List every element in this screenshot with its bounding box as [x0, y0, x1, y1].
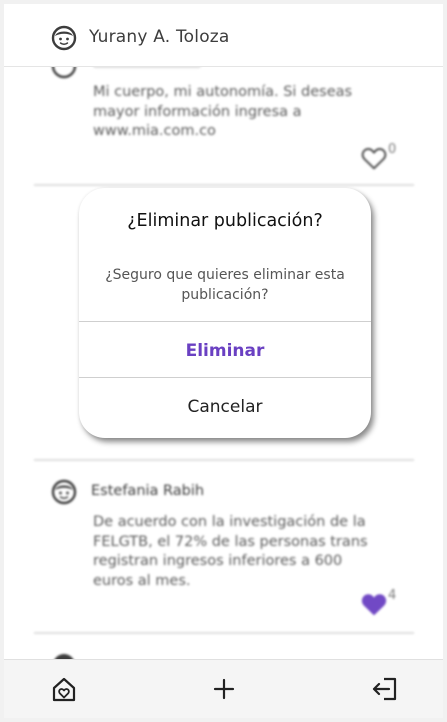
- plus-icon: [213, 678, 235, 700]
- nav-home-button[interactable]: [49, 674, 79, 704]
- logout-icon: [372, 677, 397, 701]
- app-screen: Mi cuerpo, mi autonomía. Si deseas mayor…: [4, 4, 443, 718]
- nav-logout-button[interactable]: [370, 674, 400, 704]
- delete-confirm-dialog: ¿Eliminar publicación? ¿Seguro que quier…: [79, 188, 371, 438]
- dialog-divider: [79, 321, 371, 322]
- dialog-message: ¿Seguro que quieres eliminar esta public…: [105, 267, 345, 303]
- home-icon: [52, 677, 76, 702]
- nav-add-button[interactable]: [209, 674, 239, 704]
- dialog-divider: [79, 377, 371, 378]
- delete-button[interactable]: Eliminar: [79, 323, 371, 378]
- dialog-title: ¿Eliminar publicación?: [127, 211, 323, 231]
- bottom-nav: [4, 659, 443, 718]
- cancel-button[interactable]: Cancelar: [79, 379, 371, 434]
